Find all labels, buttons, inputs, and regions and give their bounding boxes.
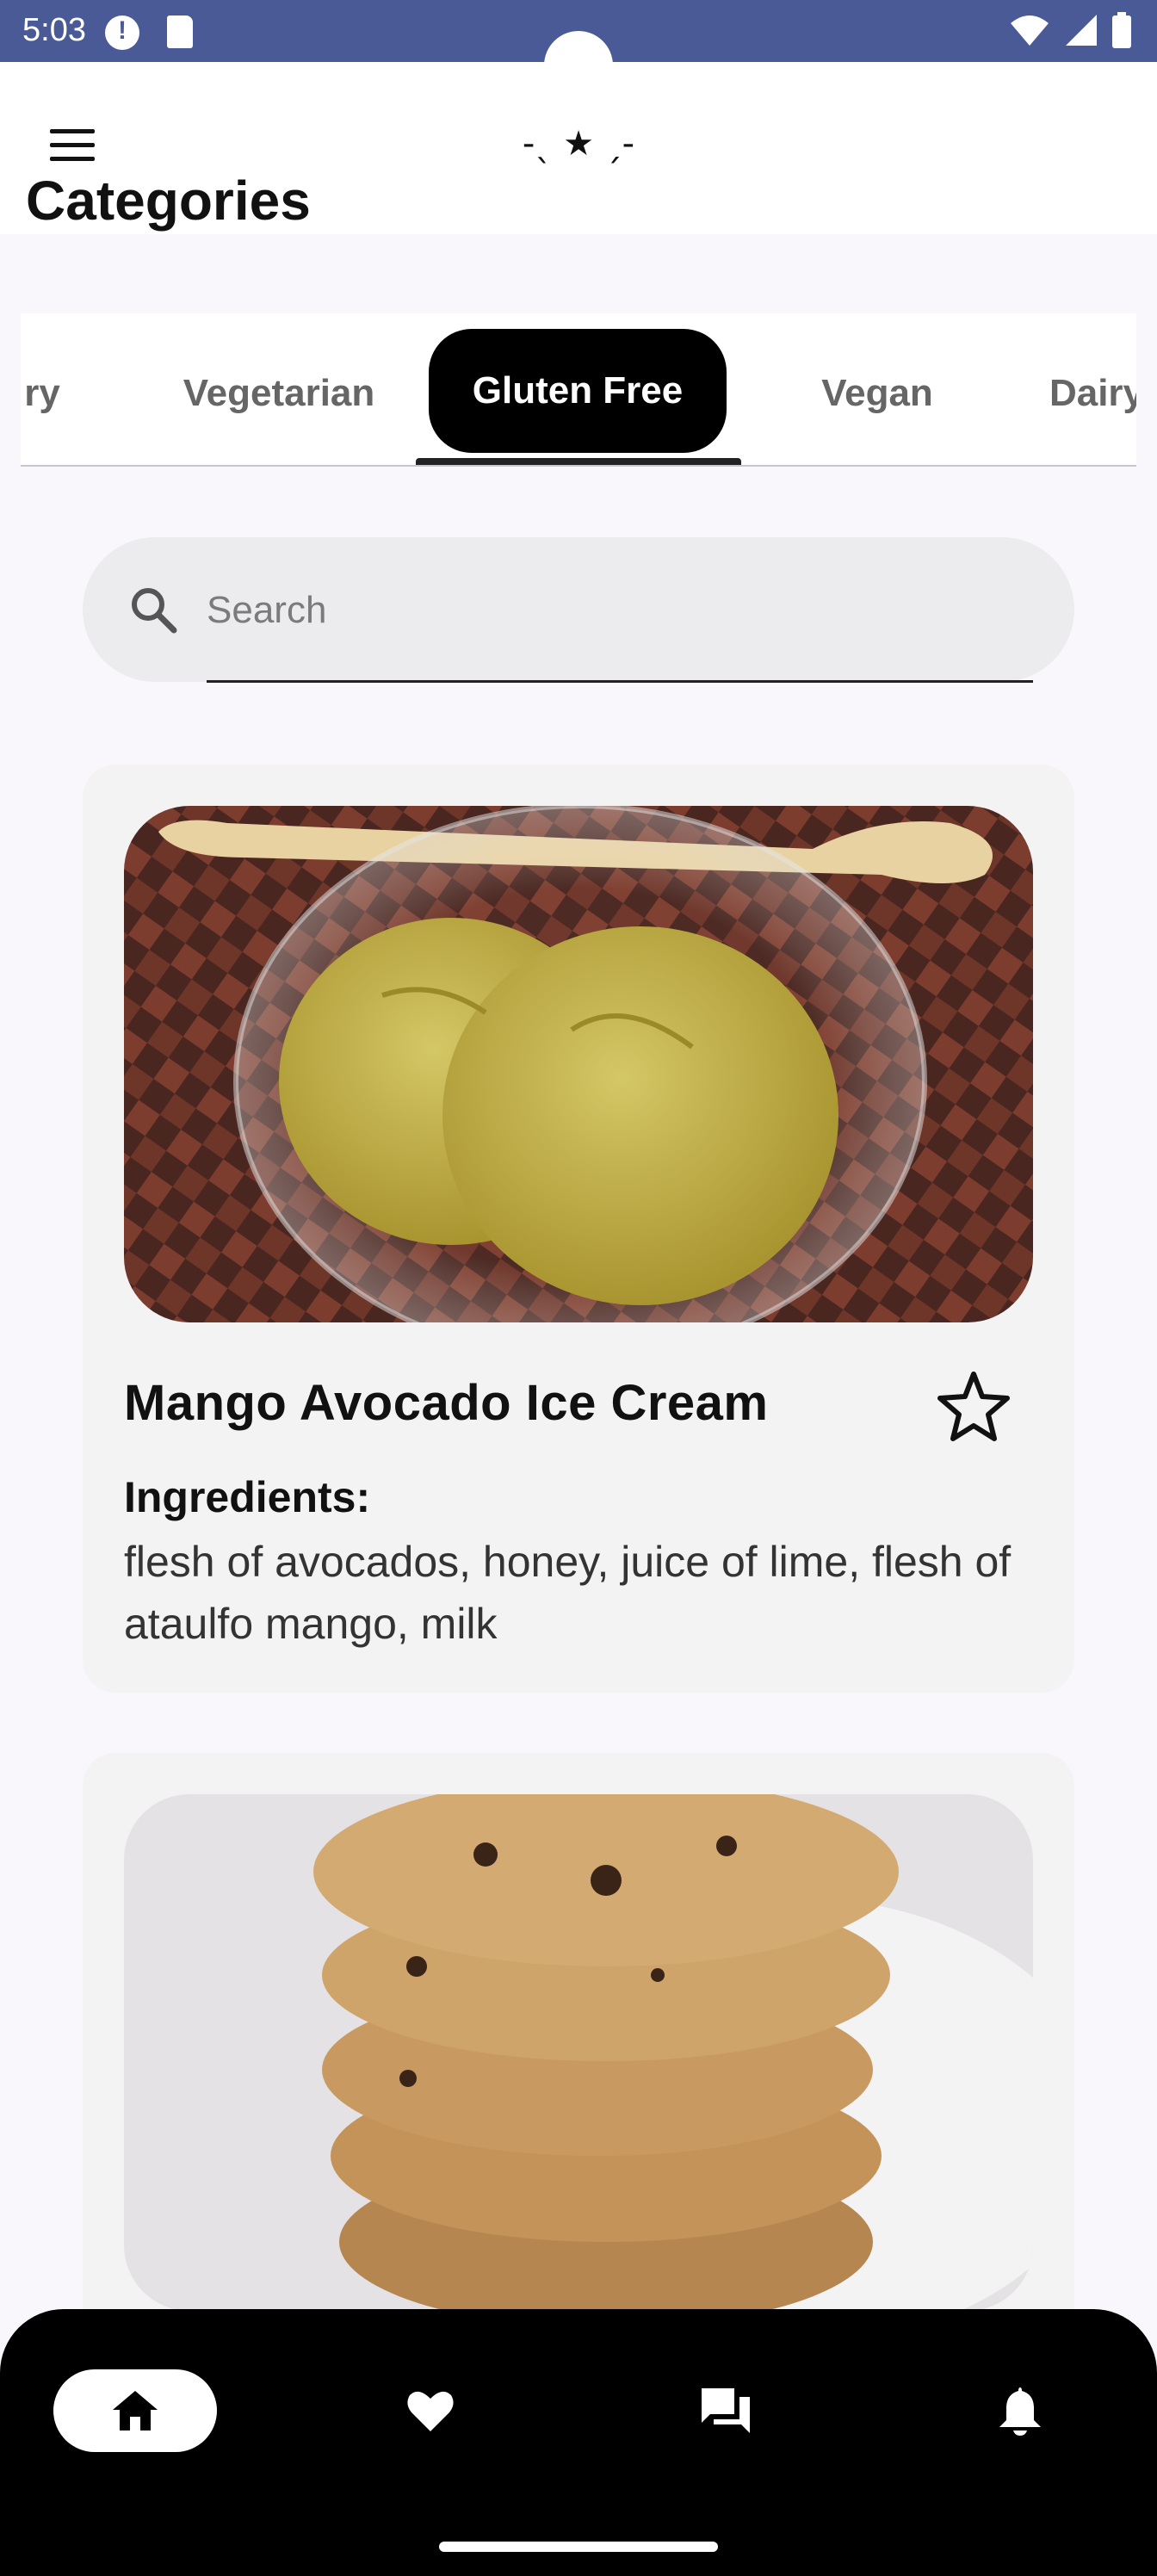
recipe-image (124, 1794, 1033, 2311)
wifi-icon (1011, 15, 1049, 46)
search-bar[interactable] (83, 537, 1074, 683)
tab-dairy-free[interactable]: ry (21, 331, 81, 456)
home-icon (113, 2391, 158, 2430)
chat-icon (702, 2388, 750, 2433)
ingredients-label: Ingredients: (124, 1473, 371, 1521)
categories-title: Categories (26, 170, 311, 232)
nav-favorites[interactable] (349, 2369, 512, 2452)
heart-icon (407, 2391, 454, 2431)
tab-vegetarian[interactable]: Vegetarian (124, 331, 434, 456)
tab-vegan[interactable]: Vegan (761, 331, 993, 456)
signal-icon (1066, 15, 1097, 46)
alert-icon (105, 15, 139, 50)
recipe-title: Mango Avocado Ice Cream (124, 1375, 769, 1431)
active-tab-indicator (416, 458, 741, 465)
category-tabs: ry Vegetarian Gluten Free Vegan Dairy (21, 313, 1136, 467)
tab-label: Gluten Free (472, 369, 684, 412)
search-input[interactable] (207, 572, 947, 649)
gesture-home-bar[interactable] (439, 2542, 718, 2552)
status-time: 5:03 (22, 12, 86, 48)
tab-label: Vegetarian (183, 372, 375, 414)
recipe-card[interactable]: Mango Avocado Ice Cream Ingredients: fle… (83, 765, 1074, 1693)
nav-notifications[interactable] (938, 2369, 1102, 2452)
bottom-navigation (0, 2309, 1157, 2576)
nav-messages[interactable] (644, 2369, 807, 2452)
menu-button[interactable] (34, 115, 112, 176)
recipe-image (124, 806, 1033, 1322)
search-underline (207, 680, 1033, 683)
tab-label: ry (24, 372, 60, 414)
search-icon[interactable] (127, 584, 179, 635)
star-outline-icon[interactable] (935, 1367, 1012, 1445)
tab-dairy[interactable]: Dairy (1011, 331, 1136, 456)
battery-icon (1112, 12, 1131, 48)
bell-icon (999, 2387, 1041, 2436)
tab-gluten-free[interactable]: Gluten Free (429, 329, 727, 453)
sd-card-icon (167, 15, 193, 48)
tab-label: Vegan (821, 372, 933, 414)
menu-icon (50, 129, 95, 133)
app-logo: -ˎ ★ ˏ- (522, 124, 635, 164)
ingredients-text: flesh of avocados, honey, juice of lime,… (124, 1538, 1012, 1648)
nav-home[interactable] (53, 2369, 217, 2452)
tab-label: Dairy (1049, 372, 1136, 414)
